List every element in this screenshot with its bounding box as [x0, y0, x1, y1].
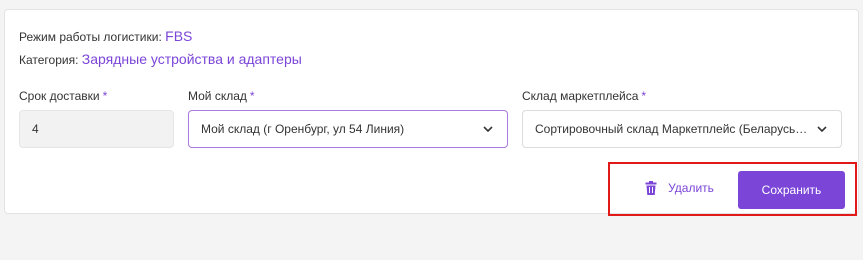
delivery-days-label-text: Срок доставки — [19, 89, 100, 103]
my-warehouse-label-text: Мой склад — [188, 89, 247, 103]
save-button-label: Сохранить — [761, 183, 822, 197]
required-mark: * — [641, 89, 647, 103]
my-warehouse-label: Мой склад * — [188, 89, 255, 103]
chevron-down-icon — [815, 122, 829, 136]
required-mark: * — [102, 89, 108, 103]
marketplace-warehouse-label-text: Склад маркетплейса — [522, 89, 639, 103]
trash-icon — [644, 181, 658, 195]
logistics-mode-label: Режим работы логистики: — [19, 30, 162, 44]
warehouse-settings-card: Режим работы логистики: FBS Категория: З… — [4, 9, 859, 216]
delete-button[interactable]: Удалить — [629, 168, 729, 208]
my-warehouse-selected: Мой склад (г Оренбург, ул 54 Линия) — [201, 122, 405, 136]
category-value: Зарядные устройства и адаптеры — [81, 51, 302, 67]
delivery-days-label: Срок доставки * — [19, 89, 107, 103]
logistics-mode-value: FBS — [165, 28, 193, 44]
required-mark: * — [249, 89, 255, 103]
marketplace-warehouse-label: Склад маркетплейса * — [522, 89, 646, 103]
marketplace-warehouse-select[interactable]: Сортировочный склад Маркетплейс (Беларус… — [522, 110, 842, 148]
chevron-down-icon — [481, 122, 495, 136]
marketplace-warehouse-selected: Сортировочный склад Маркетплейс (Беларус… — [535, 122, 809, 136]
category-label: Категория: — [19, 53, 79, 67]
delete-button-label: Удалить — [668, 181, 714, 195]
logistics-mode: Режим работы логистики: FBS — [19, 28, 192, 44]
delivery-days-value: 4 — [32, 122, 39, 136]
delivery-days-input[interactable]: 4 — [19, 110, 174, 148]
save-button[interactable]: Сохранить — [738, 171, 845, 209]
category: Категория: Зарядные устройства и адаптер… — [19, 51, 302, 67]
my-warehouse-select[interactable]: Мой склад (г Оренбург, ул 54 Линия) — [188, 110, 508, 148]
